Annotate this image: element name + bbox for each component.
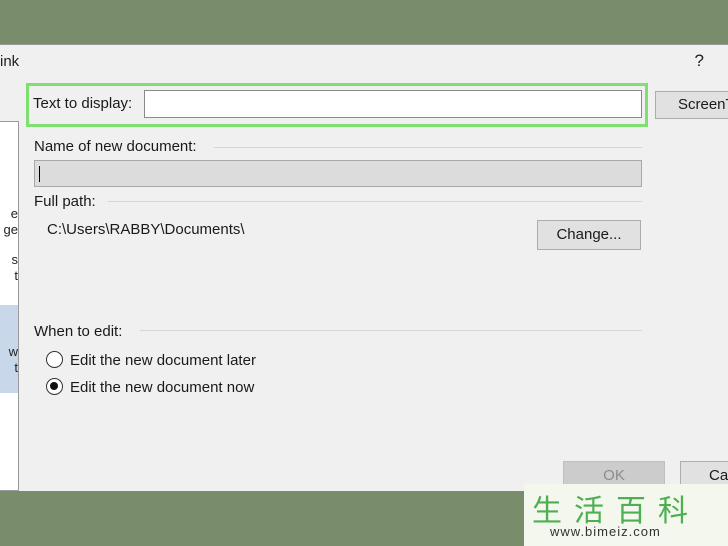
text-caret: [39, 166, 40, 182]
separator: [108, 201, 642, 202]
edit-now-radio[interactable]: [46, 378, 63, 395]
radio-selected-dot: [50, 382, 58, 390]
text-to-display-input[interactable]: [144, 90, 642, 118]
edit-later-label[interactable]: Edit the new document later: [70, 352, 256, 369]
text-to-display-label: Text to display:: [33, 95, 133, 112]
watermark-url: www.bimeiz.com: [550, 524, 661, 539]
watermark-logo: 生活百科 www.bimeiz.com: [524, 484, 728, 546]
full-path-value: C:\Users\RABBY\Documents\: [47, 221, 245, 238]
change-path-button[interactable]: Change...: [537, 220, 641, 250]
name-of-new-document-label: Name of new document:: [34, 138, 197, 155]
full-path-label: Full path:: [34, 193, 96, 210]
link-to-sidebar: e ge s t w t: [0, 121, 19, 491]
edit-later-radio[interactable]: [46, 351, 63, 368]
new-document-name-input[interactable]: [34, 160, 642, 187]
screentip-button[interactable]: ScreenTip...: [655, 91, 728, 119]
sidebar-item-create-new-document[interactable]: w t: [0, 344, 18, 376]
insert-hyperlink-dialog: ink ? e ge s t w t Text to display: Scre…: [0, 44, 728, 491]
help-button[interactable]: ?: [695, 51, 704, 71]
separator: [140, 330, 642, 331]
dialog-title: ink: [0, 53, 20, 70]
edit-now-label[interactable]: Edit the new document now: [70, 379, 254, 396]
when-to-edit-label: When to edit:: [34, 323, 123, 340]
sidebar-item-place-in-document[interactable]: s t: [0, 252, 19, 284]
sidebar-item-existing-file[interactable]: e ge: [0, 206, 18, 238]
separator: [214, 147, 642, 148]
